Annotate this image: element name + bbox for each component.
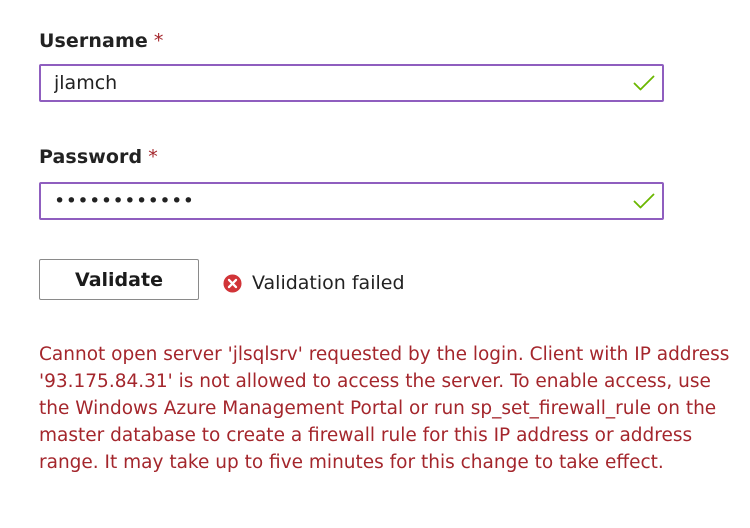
- password-label-text: Password: [39, 146, 143, 168]
- validation-status-text: Validation failed: [252, 272, 405, 294]
- login-validation-form: Username* Password* Validate Validation …: [0, 0, 750, 528]
- username-label-text: Username: [39, 30, 148, 52]
- password-label: Password *: [39, 146, 158, 168]
- check-icon: [633, 193, 655, 209]
- error-message: Cannot open server 'jlsqlsrv' requested …: [39, 344, 730, 473]
- check-icon: [633, 75, 655, 91]
- error-circle-x-icon: [223, 273, 242, 293]
- required-marker: *: [148, 146, 158, 168]
- password-input[interactable]: [39, 182, 664, 220]
- username-label: Username *: [39, 30, 163, 52]
- required-marker: *: [153, 30, 164, 52]
- username-input[interactable]: [39, 64, 664, 102]
- validation-status: Validation failed: [223, 271, 405, 295]
- validate-button[interactable]: Validate: [39, 259, 199, 300]
